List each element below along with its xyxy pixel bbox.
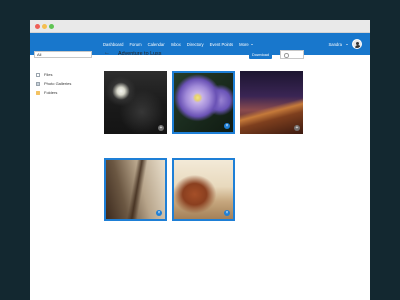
nav-more-label: More: [239, 41, 249, 47]
deselect-icon[interactable]: ×: [156, 210, 162, 216]
gallery-icon: [36, 81, 40, 86]
user-menu[interactable]: Sandra: [328, 38, 362, 50]
download-button[interactable]: Download: [249, 50, 272, 59]
sidebar-item-files[interactable]: Files: [36, 70, 71, 79]
nav-dashboard[interactable]: Dashboard: [103, 42, 124, 47]
nav-calendar[interactable]: Calendar: [148, 42, 165, 47]
avatar[interactable]: [352, 39, 362, 49]
deselect-icon[interactable]: ×: [224, 210, 230, 216]
photo-tile-selected[interactable]: ×: [172, 71, 235, 134]
nav-forum[interactable]: Forum: [130, 42, 142, 47]
avatar-body: [354, 45, 361, 48]
back-arrow-icon[interactable]: ←: [104, 50, 110, 56]
sidebar-item-folders[interactable]: Folders: [36, 88, 71, 97]
nav-directory[interactable]: Directory: [187, 42, 204, 47]
file-icon: [36, 72, 40, 77]
search-input[interactable]: [280, 50, 304, 59]
search-icon: [284, 53, 289, 58]
nav-more-dropdown[interactable]: More: [239, 42, 253, 47]
user-name: Sandra: [328, 41, 342, 47]
sidebar-item-label: Folders: [44, 90, 58, 95]
sidebar-item-label: Files: [44, 72, 53, 77]
chevron-down-icon: [346, 43, 348, 45]
sidebar-item-photo-galleries[interactable]: Photo Galleries: [36, 79, 71, 88]
maximize-window-button[interactable]: [49, 24, 54, 29]
sidebar-list: Files Photo Galleries Folders: [36, 70, 71, 97]
page-title: Adventure to Luss: [118, 51, 162, 57]
nav-inbox[interactable]: Inbox: [171, 42, 181, 47]
filter-value: All: [37, 52, 42, 57]
add-icon[interactable]: +: [294, 125, 300, 131]
filter-select[interactable]: All: [34, 51, 92, 58]
minimize-window-button[interactable]: [42, 24, 47, 29]
photo-tile-selected[interactable]: ×: [104, 158, 167, 221]
chevron-down-icon: [250, 43, 253, 45]
photo-tile[interactable]: +: [240, 71, 303, 134]
deselect-icon[interactable]: ×: [224, 123, 230, 129]
close-window-button[interactable]: [35, 24, 40, 29]
window-titlebar: [30, 20, 370, 33]
sidebar-item-label: Photo Galleries: [44, 81, 72, 86]
photo-tile-selected[interactable]: ×: [172, 158, 235, 221]
photo-tile[interactable]: +: [104, 71, 167, 134]
folder-icon: [36, 90, 40, 95]
nav-event-points[interactable]: Event Points: [210, 42, 234, 47]
add-icon[interactable]: +: [158, 125, 164, 131]
